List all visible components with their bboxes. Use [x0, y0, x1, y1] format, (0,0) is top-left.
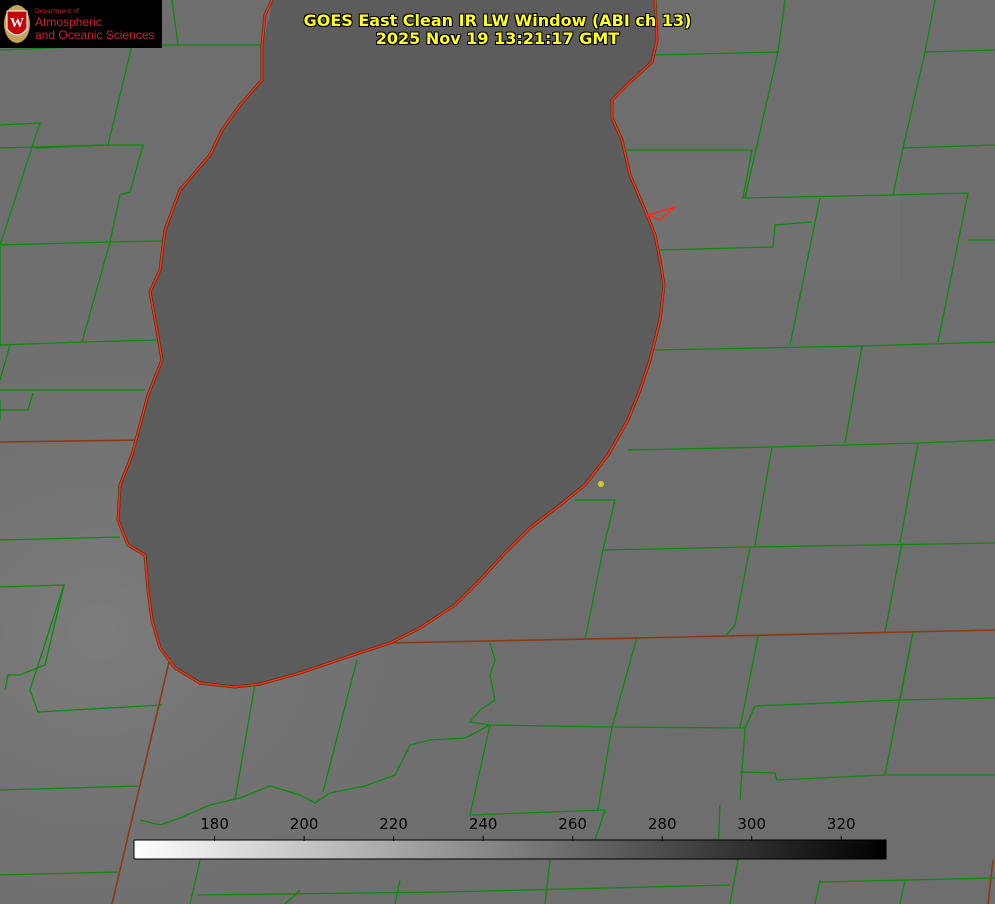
satellite-map[interactable]	[0, 0, 995, 904]
cloud-haze-east	[640, 160, 900, 280]
location-marker	[598, 481, 604, 487]
colorbar-tick-label: 320	[826, 815, 856, 833]
colorbar-tick-label: 180	[200, 815, 229, 833]
title-product: GOES East Clean IR LW Window (ABI ch 13)	[303, 11, 692, 30]
colorbar-tick-label: 300	[737, 815, 767, 833]
title-timestamp: 2025 Nov 19 13:21:17 GMT	[375, 29, 620, 48]
image-title: GOES East Clean IR LW Window (ABI ch 13)…	[0, 12, 995, 48]
colorbar-tick-label: 280	[647, 815, 677, 833]
colorbar-tick-label: 200	[289, 815, 319, 833]
colorbar-tick-label: 220	[379, 815, 408, 833]
colorbar-tick-label: 260	[558, 815, 587, 833]
colorbar-tick-label: 240	[468, 815, 498, 833]
colorbar-gradient	[133, 839, 887, 860]
